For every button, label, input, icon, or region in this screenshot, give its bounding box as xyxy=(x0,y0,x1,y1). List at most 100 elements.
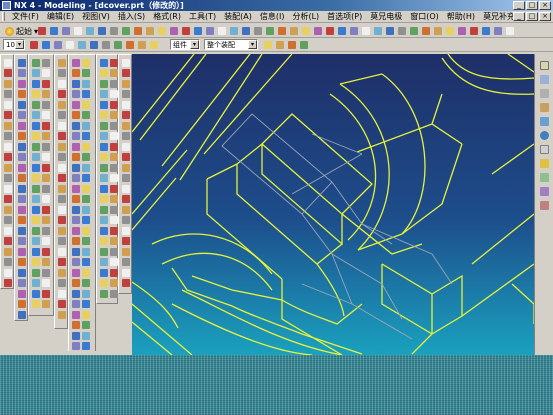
palette-tool-icon[interactable] xyxy=(71,342,80,351)
palette-tool-icon[interactable] xyxy=(121,121,130,130)
selection-tool-icon[interactable] xyxy=(88,39,99,50)
palette-tool-icon[interactable] xyxy=(109,153,118,162)
palette-tool-icon[interactable] xyxy=(31,79,40,88)
standard-tool-icon[interactable] xyxy=(444,25,455,36)
manufacturing-wizards-icon[interactable] xyxy=(539,200,550,211)
palette-tool-icon[interactable] xyxy=(57,79,66,88)
palette-tool-icon[interactable] xyxy=(3,111,12,120)
standard-tool-icon[interactable] xyxy=(48,25,59,36)
nx-app-icon[interactable] xyxy=(2,1,11,10)
palette-tool-icon[interactable] xyxy=(17,100,26,109)
palette-tool-icon[interactable] xyxy=(31,121,40,130)
palette-tool-icon[interactable] xyxy=(99,142,108,151)
palette-tool-icon[interactable] xyxy=(99,289,108,298)
snap-point-icon[interactable] xyxy=(286,39,297,50)
palette-tool-icon[interactable] xyxy=(17,258,26,267)
palette-tool-icon[interactable] xyxy=(109,132,118,141)
menubar-grip[interactable] xyxy=(2,12,5,21)
type-filter-combo[interactable]: 组件 ▾ xyxy=(170,39,200,50)
palette-tool-icon[interactable] xyxy=(41,79,50,88)
palette-tool-icon[interactable] xyxy=(121,247,130,256)
palette-tool-icon[interactable] xyxy=(41,90,50,99)
standard-tool-icon[interactable] xyxy=(288,25,299,36)
standard-tool-icon[interactable] xyxy=(396,25,407,36)
palette-tool-icon[interactable] xyxy=(99,90,108,99)
selection-tool-icon[interactable] xyxy=(28,39,39,50)
standard-tool-icon[interactable] xyxy=(144,25,155,36)
palette-tool-icon[interactable] xyxy=(109,174,118,183)
standard-tool-icon[interactable] xyxy=(360,25,371,36)
snap-point-icon[interactable] xyxy=(298,39,309,50)
standard-tool-icon[interactable] xyxy=(264,25,275,36)
palette-tool-icon[interactable] xyxy=(121,132,130,141)
palette-tool-icon[interactable] xyxy=(3,268,12,277)
reuse-library-icon[interactable] xyxy=(539,88,550,99)
palette-tool-icon[interactable] xyxy=(99,79,108,88)
palette-tool-icon[interactable] xyxy=(81,258,90,267)
palette-tool-icon[interactable] xyxy=(3,142,12,151)
palette-tool-icon[interactable] xyxy=(81,300,90,309)
selection-tool-icon[interactable] xyxy=(40,39,51,50)
menu-format[interactable]: 格式(R) xyxy=(149,11,185,23)
standard-tool-icon[interactable] xyxy=(408,25,419,36)
palette-tool-icon[interactable] xyxy=(71,289,80,298)
palette-tool-icon[interactable] xyxy=(81,100,90,109)
palette-tool-icon[interactable] xyxy=(81,268,90,277)
palette-tool-icon[interactable] xyxy=(109,279,118,288)
menu-assemblies[interactable]: 装配(A) xyxy=(220,11,256,23)
palette-tool-icon[interactable] xyxy=(81,184,90,193)
standard-tool-icon[interactable] xyxy=(240,25,251,36)
palette-tool-icon[interactable] xyxy=(41,237,50,246)
selection-tool-icon[interactable] xyxy=(148,39,159,50)
palette-tool-icon[interactable] xyxy=(121,258,130,267)
palette-tool-icon[interactable] xyxy=(71,247,80,256)
palette-tool-icon[interactable] xyxy=(57,69,66,78)
palette-tool-icon[interactable] xyxy=(121,226,130,235)
palette-tool-icon[interactable] xyxy=(57,310,66,319)
palette-tool-icon[interactable] xyxy=(41,153,50,162)
standard-tool-icon[interactable] xyxy=(348,25,359,36)
palette-tool-icon[interactable] xyxy=(57,184,66,193)
palette-tool-icon[interactable] xyxy=(71,58,80,67)
palette-tool-icon[interactable] xyxy=(17,289,26,298)
palette-tool-icon[interactable] xyxy=(71,90,80,99)
palette-tool-icon[interactable] xyxy=(81,205,90,214)
palette-tool-icon[interactable] xyxy=(3,153,12,162)
palette-tool-icon[interactable] xyxy=(57,205,66,214)
palette-tool-icon[interactable] xyxy=(81,321,90,330)
palette-tool-icon[interactable] xyxy=(31,205,40,214)
palette-tool-icon[interactable] xyxy=(109,289,118,298)
standard-tool-icon[interactable] xyxy=(252,25,263,36)
palette-tool-icon[interactable] xyxy=(3,100,12,109)
palette-tool-icon[interactable] xyxy=(109,100,118,109)
palette-tool-icon[interactable] xyxy=(41,69,50,78)
standard-tool-icon[interactable] xyxy=(180,25,191,36)
palette-tool-icon[interactable] xyxy=(109,142,118,151)
palette-tool-icon[interactable] xyxy=(71,279,80,288)
palette-tool-icon[interactable] xyxy=(71,216,80,225)
palette-tool-icon[interactable] xyxy=(41,216,50,225)
palette-tool-icon[interactable] xyxy=(31,258,40,267)
palette-tool-icon[interactable] xyxy=(71,100,80,109)
palette-tool-icon[interactable] xyxy=(109,247,118,256)
palette-tool-icon[interactable] xyxy=(109,205,118,214)
palette-tool-icon[interactable] xyxy=(57,153,66,162)
palette-tool-icon[interactable] xyxy=(3,216,12,225)
palette-tool-icon[interactable] xyxy=(71,321,80,330)
palette-tool-icon[interactable] xyxy=(31,142,40,151)
palette-tool-icon[interactable] xyxy=(71,184,80,193)
palette-tool-icon[interactable] xyxy=(99,195,108,204)
palette-tool-icon[interactable] xyxy=(31,300,40,309)
menu-edit[interactable]: 编辑(E) xyxy=(43,11,78,23)
palette-tool-icon[interactable] xyxy=(31,153,40,162)
palette-tool-icon[interactable] xyxy=(71,69,80,78)
palette-tool-icon[interactable] xyxy=(99,258,108,267)
palette-tool-icon[interactable] xyxy=(41,121,50,130)
palette-tool-icon[interactable] xyxy=(99,205,108,214)
palette-tool-icon[interactable] xyxy=(57,258,66,267)
palette-tool-icon[interactable] xyxy=(57,58,66,67)
system-materials-icon[interactable] xyxy=(539,116,550,127)
palette-tool-icon[interactable] xyxy=(121,195,130,204)
palette-tool-icon[interactable] xyxy=(17,205,26,214)
palette-tool-icon[interactable] xyxy=(121,100,130,109)
